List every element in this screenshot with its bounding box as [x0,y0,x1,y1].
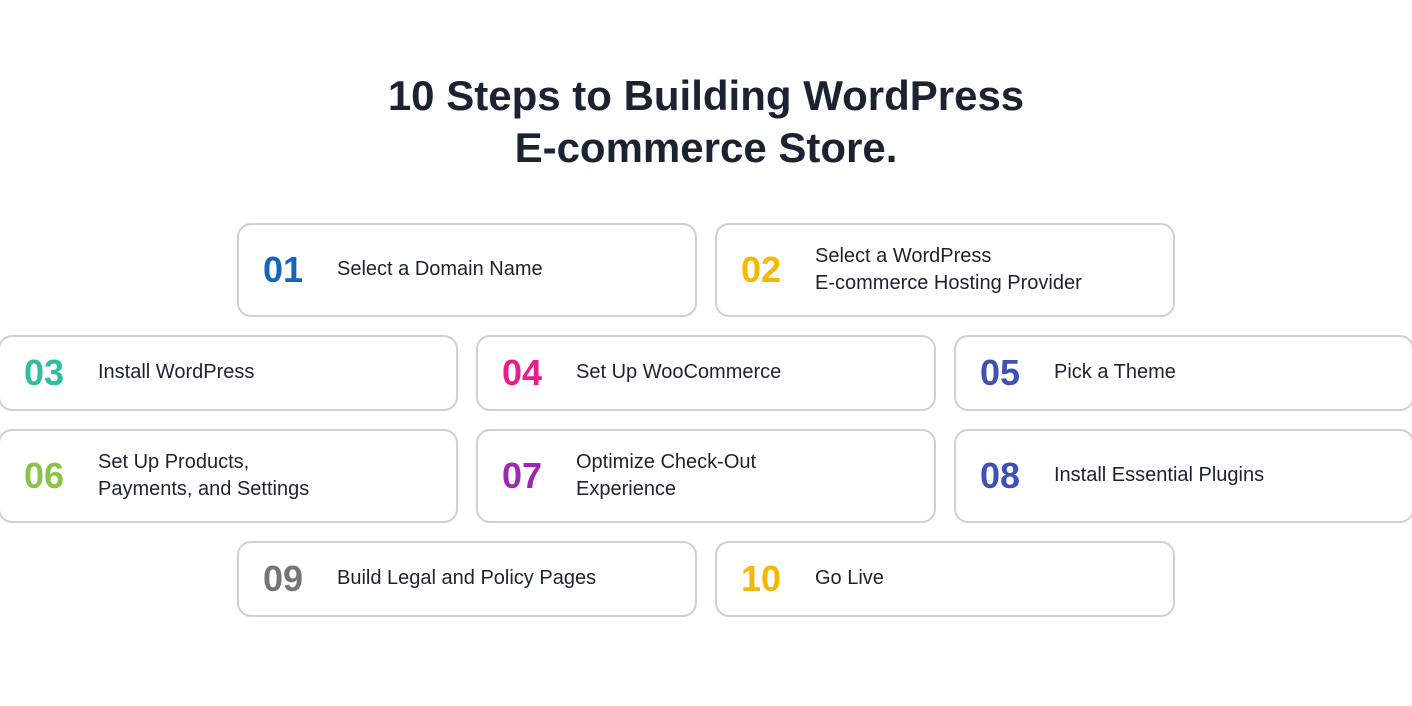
step-card-2: 02 Select a WordPressE-commerce Hosting … [715,223,1175,317]
main-title: 10 Steps to Building WordPress E-commerc… [60,70,1352,175]
step-card-3: 03 Install WordPress [0,335,458,411]
step-number-4: 04 [502,355,558,391]
step-card-9: 09 Build Legal and Policy Pages [237,541,697,617]
row-3: 06 Set Up Products,Payments, and Setting… [0,429,1412,523]
step-label-2: Select a WordPressE-commerce Hosting Pro… [815,243,1082,297]
step-label-10: Go Live [815,565,884,592]
step-number-1: 01 [263,252,319,288]
row-2: 03 Install WordPress 04 Set Up WooCommer… [0,335,1412,411]
step-number-9: 09 [263,561,319,597]
step-card-6: 06 Set Up Products,Payments, and Setting… [0,429,458,523]
row-4: 09 Build Legal and Policy Pages 10 Go Li… [237,541,1175,617]
step-card-10: 10 Go Live [715,541,1175,617]
step-label-7: Optimize Check-OutExperience [576,449,756,503]
step-label-8: Install Essential Plugins [1054,462,1264,489]
step-card-1: 01 Select a Domain Name [237,223,697,317]
steps-grid: 01 Select a Domain Name 02 Select a Word… [60,223,1352,617]
step-label-9: Build Legal and Policy Pages [337,565,596,592]
step-number-10: 10 [741,561,797,597]
step-label-3: Install WordPress [98,359,254,386]
page-container: 10 Steps to Building WordPress E-commerc… [0,30,1412,677]
title-line2: E-commerce Store. [515,124,898,171]
step-card-4: 04 Set Up WooCommerce [476,335,936,411]
step-card-5: 05 Pick a Theme [954,335,1412,411]
title-line1: 10 Steps to Building WordPress [388,72,1024,119]
step-number-8: 08 [980,458,1036,494]
step-label-5: Pick a Theme [1054,359,1176,386]
step-label-4: Set Up WooCommerce [576,359,781,386]
step-number-2: 02 [741,252,797,288]
step-number-6: 06 [24,458,80,494]
row-1: 01 Select a Domain Name 02 Select a Word… [237,223,1175,317]
step-label-1: Select a Domain Name [337,256,543,283]
step-number-3: 03 [24,355,80,391]
step-card-7: 07 Optimize Check-OutExperience [476,429,936,523]
step-card-8: 08 Install Essential Plugins [954,429,1412,523]
step-number-7: 07 [502,458,558,494]
step-label-6: Set Up Products,Payments, and Settings [98,449,309,503]
step-number-5: 05 [980,355,1036,391]
